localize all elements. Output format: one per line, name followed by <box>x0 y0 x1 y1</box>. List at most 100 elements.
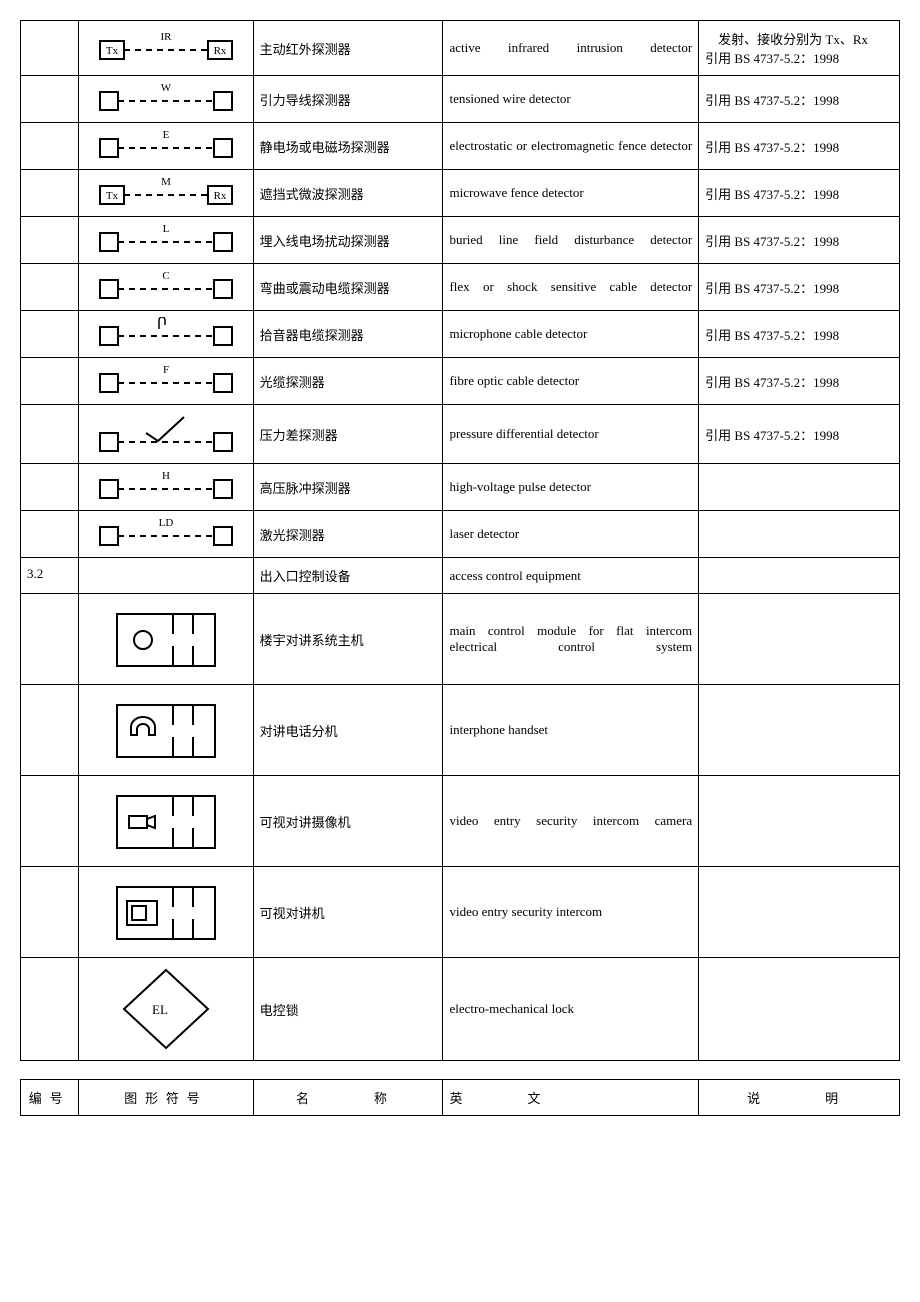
cell-cn: 可视对讲机 <box>253 867 443 958</box>
cell-cn: 埋入线电场扰动探测器 <box>253 217 443 264</box>
cell-note <box>699 511 900 558</box>
cell-cn: 拾音器电缆探测器 <box>253 311 443 358</box>
cell-num <box>21 170 79 217</box>
cell-symbol: W <box>79 76 253 123</box>
cell-num <box>21 358 79 405</box>
cell-num: 3.2 <box>21 558 79 594</box>
cell-en: fibre optic cable detector <box>443 358 699 405</box>
svg-text:F: F <box>163 364 169 376</box>
cell-en: electrostatic or electromagnetic fence d… <box>443 123 699 170</box>
cell-symbol <box>79 558 253 594</box>
svg-text:IR: IR <box>160 31 172 43</box>
cell-num <box>21 464 79 511</box>
cell-cn: 可视对讲摄像机 <box>253 776 443 867</box>
cell-symbol: Tx Rx M <box>79 170 253 217</box>
header-table: 编号 图形符号 名 称 英 文 说 明 <box>20 1079 900 1116</box>
cell-en: video entry security intercom <box>443 867 699 958</box>
svg-text:W: W <box>161 82 172 94</box>
table-row: W 引力导线探测器 tensioned wire detector 引用 BS … <box>21 76 900 123</box>
cell-num <box>21 594 79 685</box>
cell-num <box>21 958 79 1061</box>
svg-text:H: H <box>162 470 170 482</box>
hdr-sym: 图形符号 <box>79 1080 253 1116</box>
table-row: EL 电控锁 electro-mechanical lock <box>21 958 900 1061</box>
cell-symbol: E <box>79 123 253 170</box>
cell-symbol <box>79 685 253 776</box>
cell-note: 引用 BS 4737-5.2：1998 <box>699 217 900 264</box>
svg-text:M: M <box>161 176 171 188</box>
cell-cn: 遮挡式微波探测器 <box>253 170 443 217</box>
cell-note <box>699 594 900 685</box>
cell-symbol: F <box>79 358 253 405</box>
table-row: 拾音器电缆探测器 microphone cable detector 引用 BS… <box>21 311 900 358</box>
cell-cn: 高压脉冲探测器 <box>253 464 443 511</box>
cell-note: 引用 BS 4737-5.2：1998 <box>699 311 900 358</box>
cell-symbol <box>79 405 253 464</box>
table-row: 可视对讲机 video entry security intercom <box>21 867 900 958</box>
cell-en: pressure differential detector <box>443 405 699 464</box>
cell-note: 引用 BS 4737-5.2：1998 <box>699 358 900 405</box>
cell-cn: 静电场或电磁场探测器 <box>253 123 443 170</box>
table-row: Tx Rx M 遮挡式微波探测器 microwave fence detecto… <box>21 170 900 217</box>
table-row: LD 激光探测器 laser detector <box>21 511 900 558</box>
cell-num <box>21 405 79 464</box>
cell-note: 引用 BS 4737-5.2：1998 <box>699 264 900 311</box>
table-row: 楼宇对讲系统主机 main control module for flat in… <box>21 594 900 685</box>
cell-num <box>21 867 79 958</box>
cell-symbol <box>79 867 253 958</box>
cell-en: access control equipment <box>443 558 699 594</box>
cell-symbol <box>79 311 253 358</box>
svg-text:C: C <box>162 270 169 282</box>
cell-cn: 激光探测器 <box>253 511 443 558</box>
cell-en: laser detector <box>443 511 699 558</box>
cell-en: tensioned wire detector <box>443 76 699 123</box>
cell-en: electro-mechanical lock <box>443 958 699 1061</box>
symbol-table: Tx Rx IR 主动红外探测器 active infrared intrusi… <box>20 20 900 1061</box>
cell-en: high-voltage pulse detector <box>443 464 699 511</box>
table-row: 对讲电话分机 interphone handset <box>21 685 900 776</box>
cell-note <box>699 867 900 958</box>
cell-symbol: L <box>79 217 253 264</box>
table-row: E 静电场或电磁场探测器 electrostatic or electromag… <box>21 123 900 170</box>
svg-text:EL: EL <box>152 1002 168 1017</box>
table-row: C 弯曲或震动电缆探测器 flex or shock sensitive cab… <box>21 264 900 311</box>
cell-symbol: H <box>79 464 253 511</box>
cell-num <box>21 511 79 558</box>
cell-num <box>21 776 79 867</box>
hdr-en: 英 文 <box>443 1080 699 1116</box>
cell-cn: 楼宇对讲系统主机 <box>253 594 443 685</box>
svg-text:Tx: Tx <box>106 190 119 202</box>
cell-note <box>699 958 900 1061</box>
cell-cn: 弯曲或震动电缆探测器 <box>253 264 443 311</box>
cell-note <box>699 685 900 776</box>
cell-num <box>21 76 79 123</box>
cell-cn: 出入口控制设备 <box>253 558 443 594</box>
cell-symbol: LD <box>79 511 253 558</box>
cell-cn: 对讲电话分机 <box>253 685 443 776</box>
cell-note: 引用 BS 4737-5.2：1998 <box>699 405 900 464</box>
cell-en: flex or shock sensitive cable detector <box>443 264 699 311</box>
cell-num <box>21 264 79 311</box>
cell-en: buried line field disturbance detector <box>443 217 699 264</box>
cell-cn: 主动红外探测器 <box>253 21 443 76</box>
cell-cn: 引力导线探测器 <box>253 76 443 123</box>
table-row: Tx Rx IR 主动红外探测器 active infrared intrusi… <box>21 21 900 76</box>
table-row: 3.2 出入口控制设备 access control equipment <box>21 558 900 594</box>
cell-cn: 压力差探测器 <box>253 405 443 464</box>
svg-text:Rx: Rx <box>213 190 226 202</box>
cell-symbol: EL <box>79 958 253 1061</box>
cell-symbol: Tx Rx IR <box>79 21 253 76</box>
cell-num <box>21 217 79 264</box>
cell-num <box>21 21 79 76</box>
cell-note <box>699 558 900 594</box>
cell-en: microphone cable detector <box>443 311 699 358</box>
svg-text:LD: LD <box>159 517 174 529</box>
cell-en: main control module for flat intercom el… <box>443 594 699 685</box>
svg-text:L: L <box>163 223 170 235</box>
svg-text:E: E <box>163 129 170 141</box>
table-row: F 光缆探测器 fibre optic cable detector 引用 BS… <box>21 358 900 405</box>
cell-note <box>699 464 900 511</box>
svg-text:Rx: Rx <box>213 45 226 57</box>
cell-cn: 电控锁 <box>253 958 443 1061</box>
cell-num <box>21 123 79 170</box>
